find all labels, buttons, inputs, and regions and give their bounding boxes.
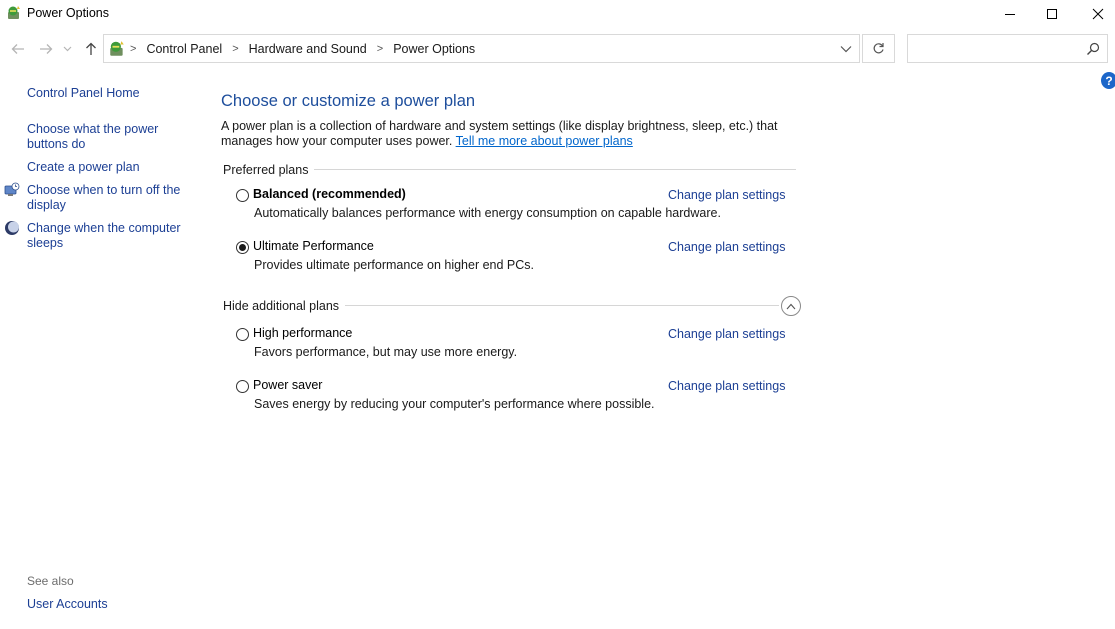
breadcrumb-separator[interactable]: > (377, 43, 383, 55)
change-plan-settings-link[interactable]: Change plan settings (668, 188, 785, 202)
hide-additional-plans-heading[interactable]: Hide additional plans (223, 299, 346, 313)
minimize-icon (1005, 14, 1015, 15)
preferred-plans-heading: Preferred plans (223, 163, 315, 177)
forward-arrow-icon (40, 44, 53, 54)
breadcrumb-power-options[interactable]: Power Options (393, 42, 475, 56)
page-description: A power plan is a collection of hardware… (221, 119, 811, 149)
display-clock-icon (4, 182, 20, 196)
learn-more-link[interactable]: Tell me more about power plans (456, 134, 633, 148)
refresh-icon (873, 43, 884, 54)
sidebar-item-power-buttons[interactable]: Choose what the power buttons do (27, 122, 187, 152)
plan-name[interactable]: Balanced (recommended) (253, 187, 406, 201)
sidebar-item-create-plan[interactable]: Create a power plan (27, 160, 187, 175)
power-options-icon (8, 6, 20, 19)
close-icon (1092, 8, 1104, 20)
maximize-button[interactable] (1029, 0, 1075, 28)
sidebar-control-panel-home[interactable]: Control Panel Home (27, 86, 187, 101)
plan-description: Favors performance, but may use more ene… (254, 345, 518, 359)
address-dropdown-icon[interactable] (839, 43, 853, 55)
chevron-up-icon (786, 303, 796, 309)
back-button[interactable] (8, 39, 28, 59)
sidebar-item-sleep[interactable]: Change when the computer sleeps (27, 221, 187, 251)
breadcrumb-separator[interactable]: > (232, 43, 238, 55)
breadcrumb-control-panel[interactable]: Control Panel (146, 42, 222, 56)
radio-selected-dot (239, 244, 246, 251)
title-bar: Power Options (0, 0, 1115, 30)
refresh-button[interactable] (862, 34, 895, 63)
breadcrumb-hardware-and-sound[interactable]: Hardware and Sound (249, 42, 367, 56)
change-plan-settings-link[interactable]: Change plan settings (668, 240, 785, 254)
plan-description: Provides ultimate performance on higher … (254, 258, 535, 272)
plan-name[interactable]: High performance (253, 326, 352, 340)
close-button[interactable] (1075, 0, 1115, 28)
sidebar-item-user-accounts[interactable]: User Accounts (27, 597, 187, 612)
sidebar-item-display-off[interactable]: Choose when to turn off the display (27, 183, 187, 213)
search-input[interactable] (907, 34, 1108, 63)
address-bar[interactable]: > Control Panel > Hardware and Sound > P… (103, 34, 860, 63)
help-button[interactable]: ? (1101, 72, 1115, 89)
back-arrow-icon (11, 44, 24, 54)
recent-locations-button[interactable] (60, 39, 74, 59)
change-plan-settings-link[interactable]: Change plan settings (668, 379, 785, 393)
plan-description: Saves energy by reducing your computer's… (254, 397, 655, 411)
collapse-additional-plans-button[interactable] (781, 296, 801, 316)
moon-sleep-icon (5, 221, 19, 235)
plan-description: Automatically balances performance with … (254, 206, 721, 220)
maximize-icon (1047, 9, 1057, 19)
power-options-icon (110, 41, 124, 56)
up-arrow-icon (86, 42, 96, 55)
plan-radio[interactable] (236, 328, 249, 341)
plan-radio[interactable] (236, 380, 249, 393)
page-title: Choose or customize a power plan (221, 92, 476, 110)
plan-radio[interactable] (236, 241, 249, 254)
plan-radio[interactable] (236, 189, 249, 202)
see-also-heading: See also (27, 574, 74, 588)
plan-name[interactable]: Power saver (253, 378, 322, 392)
up-button[interactable] (81, 39, 101, 59)
plan-name[interactable]: Ultimate Performance (253, 239, 374, 253)
window-title: Power Options (27, 6, 109, 20)
forward-button[interactable] (36, 39, 56, 59)
breadcrumb-separator: > (130, 43, 137, 55)
breadcrumb: > Control Panel > Hardware and Sound > P… (130, 42, 475, 56)
chevron-down-icon (63, 46, 71, 52)
search-icon[interactable] (1086, 42, 1100, 56)
minimize-button[interactable] (987, 0, 1033, 28)
change-plan-settings-link[interactable]: Change plan settings (668, 327, 785, 341)
